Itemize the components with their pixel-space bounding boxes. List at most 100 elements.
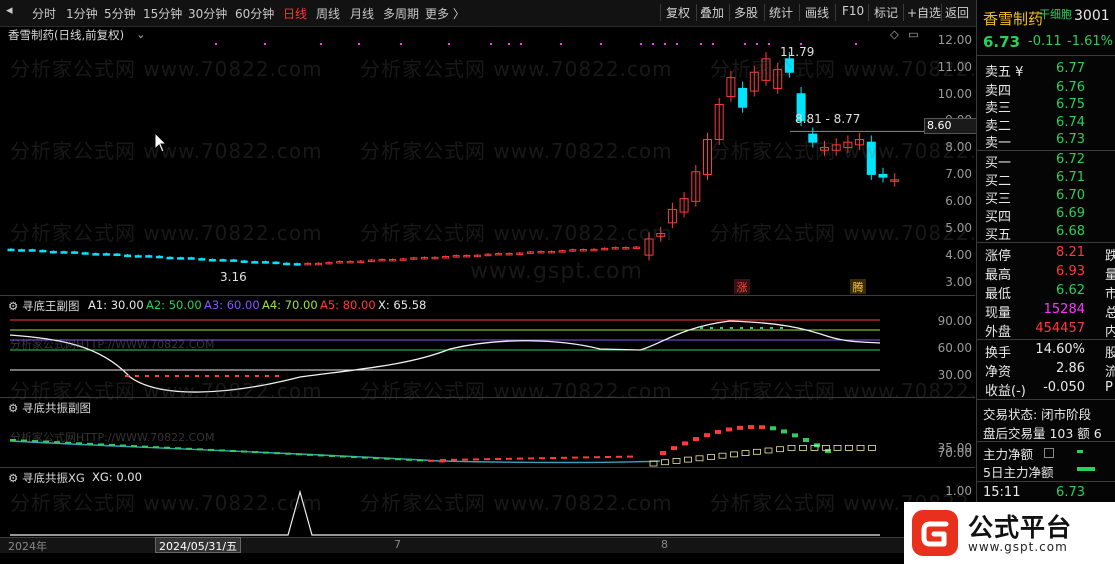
- logo-title: 公式平台: [968, 513, 1073, 542]
- x-axis: [0, 538, 975, 553]
- candle-body: [272, 261, 280, 265]
- candle-body: [81, 252, 89, 255]
- logo-icon: [912, 510, 958, 556]
- y-tick-label: 3.00: [945, 275, 972, 289]
- watermark-text: 分析家公式网 www.70822.com: [360, 221, 673, 245]
- resonance-box: [833, 444, 842, 451]
- brand-logo: 公式平台 www.gspt.com: [904, 502, 1115, 564]
- bid2-price: 6.71: [1056, 170, 1085, 185]
- resonance-bar: [473, 458, 479, 461]
- y-tick-label: 30.00: [937, 368, 972, 382]
- high-label: 最高: [985, 268, 1012, 283]
- bid3-label: 买三: [985, 192, 1012, 207]
- cursor-date-label: 2024/05/31/五: [155, 537, 242, 553]
- tab-period-30min[interactable]: 30分钟: [188, 5, 227, 22]
- indicator-a1: A1: 30.00: [88, 298, 144, 312]
- back-button[interactable]: 返回: [945, 4, 969, 21]
- mark-button[interactable]: 标记: [874, 4, 898, 21]
- resonance-bar: [594, 456, 600, 459]
- watermark-text: www.gspt.com: [470, 259, 643, 284]
- resonance-bar: [660, 451, 666, 455]
- add-watchlist-button[interactable]: +自选: [907, 4, 941, 21]
- ask1-label: 卖一: [985, 136, 1012, 151]
- chevron-down-icon[interactable]: ⌄: [136, 27, 146, 41]
- resonance-bar: [351, 456, 357, 459]
- watermark-text: 分析家公式网 www.70822.com: [360, 139, 673, 163]
- resonance-bar: [825, 448, 831, 453]
- candle-body: [177, 257, 185, 260]
- main-net-5d-bar: [1077, 467, 1095, 471]
- tab-period-5min[interactable]: 5分钟: [104, 5, 136, 22]
- indicator-a3: A3: 60.00: [204, 298, 260, 312]
- multi-stock-button[interactable]: 多股: [734, 4, 758, 21]
- window-icon[interactable]: ▭: [908, 27, 919, 41]
- market-label-cut: 市: [1105, 287, 1115, 302]
- signal-dot: [712, 43, 714, 45]
- fuquan-button[interactable]: 复权: [666, 4, 690, 21]
- indicator-watermark: 分析家公式网HTTP://WWW.70822.COM: [10, 338, 215, 351]
- tab-period-15min[interactable]: 15分钟: [143, 5, 182, 22]
- low-label: 最低: [985, 287, 1012, 302]
- high-price-annotation: 11.79: [780, 45, 815, 59]
- settings-icon[interactable]: ⚙: [8, 299, 18, 313]
- volume-label-cut: 量: [1105, 268, 1115, 283]
- candle-body: [240, 260, 248, 263]
- tab-period-daily[interactable]: 日线: [283, 5, 307, 22]
- resonance-bar: [704, 433, 710, 438]
- resonance-bar: [263, 451, 269, 454]
- resonance-bar: [417, 459, 423, 462]
- tick-price: 6.73: [1056, 485, 1085, 500]
- f10-button[interactable]: F10: [842, 4, 864, 18]
- turnover-value: 14.60%: [1035, 342, 1085, 357]
- bid4-price: 6.69: [1056, 206, 1085, 221]
- signal-dot: [320, 43, 322, 45]
- price-cursor-marker: 8.60: [924, 118, 978, 134]
- signal-dot: [600, 43, 602, 45]
- signal-dot: [560, 43, 562, 45]
- candle-body: [134, 255, 142, 258]
- y-tick-label: 10.00: [937, 87, 972, 101]
- signal-dot: [855, 43, 857, 45]
- more-menu[interactable]: 更多 〉: [425, 5, 465, 22]
- net-assets-value: 2.86: [1056, 361, 1085, 376]
- tab-period-weekly[interactable]: 周线: [316, 5, 340, 22]
- watermark-text: 分析家公式网 www.70822.com: [10, 221, 323, 245]
- signal-dot: [664, 43, 666, 45]
- tab-period-1min[interactable]: 1分钟: [66, 5, 98, 22]
- indicator-a5: A5: 80.00: [320, 298, 376, 312]
- y-tick-label: 1.00: [945, 484, 972, 498]
- outer-volume-value: 454457: [1035, 321, 1085, 336]
- resonance-bar: [329, 454, 335, 457]
- draw-line-button[interactable]: 画线: [805, 4, 829, 21]
- resonance-bar: [296, 453, 302, 456]
- indicator-a4: A4: 70.00: [262, 298, 318, 312]
- stats-button[interactable]: 统计: [769, 4, 793, 21]
- signal-dot: [700, 43, 702, 45]
- resonance-bar: [605, 456, 611, 458]
- oscillator-signal: [700, 327, 703, 329]
- resonance-bar: [384, 457, 390, 460]
- tab-period-60min[interactable]: 60分钟: [235, 5, 274, 22]
- tab-period-multi[interactable]: 多周期: [383, 5, 419, 22]
- x-axis-label: 8: [661, 538, 668, 551]
- resonance-bar: [759, 425, 765, 430]
- resonance-bar: [616, 455, 622, 458]
- resonance-bar: [451, 458, 457, 461]
- tab-period-monthly[interactable]: 月线: [350, 5, 374, 22]
- price-change-pct: -1.61%: [1067, 34, 1113, 49]
- menu-arrow-icon[interactable]: ◂: [6, 3, 13, 18]
- settings-icon[interactable]: ⚙: [8, 471, 18, 485]
- concept-tab[interactable]: 干细胞: [1039, 6, 1072, 22]
- candle-body: [155, 255, 163, 259]
- tab-period-fenshi[interactable]: 分时: [32, 5, 56, 22]
- limit-down-label-cut: 跌: [1105, 249, 1115, 264]
- oscillator-signal: [770, 327, 773, 329]
- settings-icon[interactable]: ⚙: [8, 401, 18, 415]
- net-assets-label: 净资: [985, 365, 1012, 380]
- info-icon[interactable]: [1044, 448, 1054, 458]
- signal-dot: [448, 43, 450, 45]
- chart-area[interactable]: 分析家公式网 www.70822.com 分析家公式网 www.70822.co…: [0, 27, 1022, 564]
- overlay-button[interactable]: 叠加: [700, 4, 724, 21]
- after-hours-volume: 盘后交易量 103 额 6: [983, 426, 1102, 441]
- diamond-icon[interactable]: ◇: [890, 27, 899, 41]
